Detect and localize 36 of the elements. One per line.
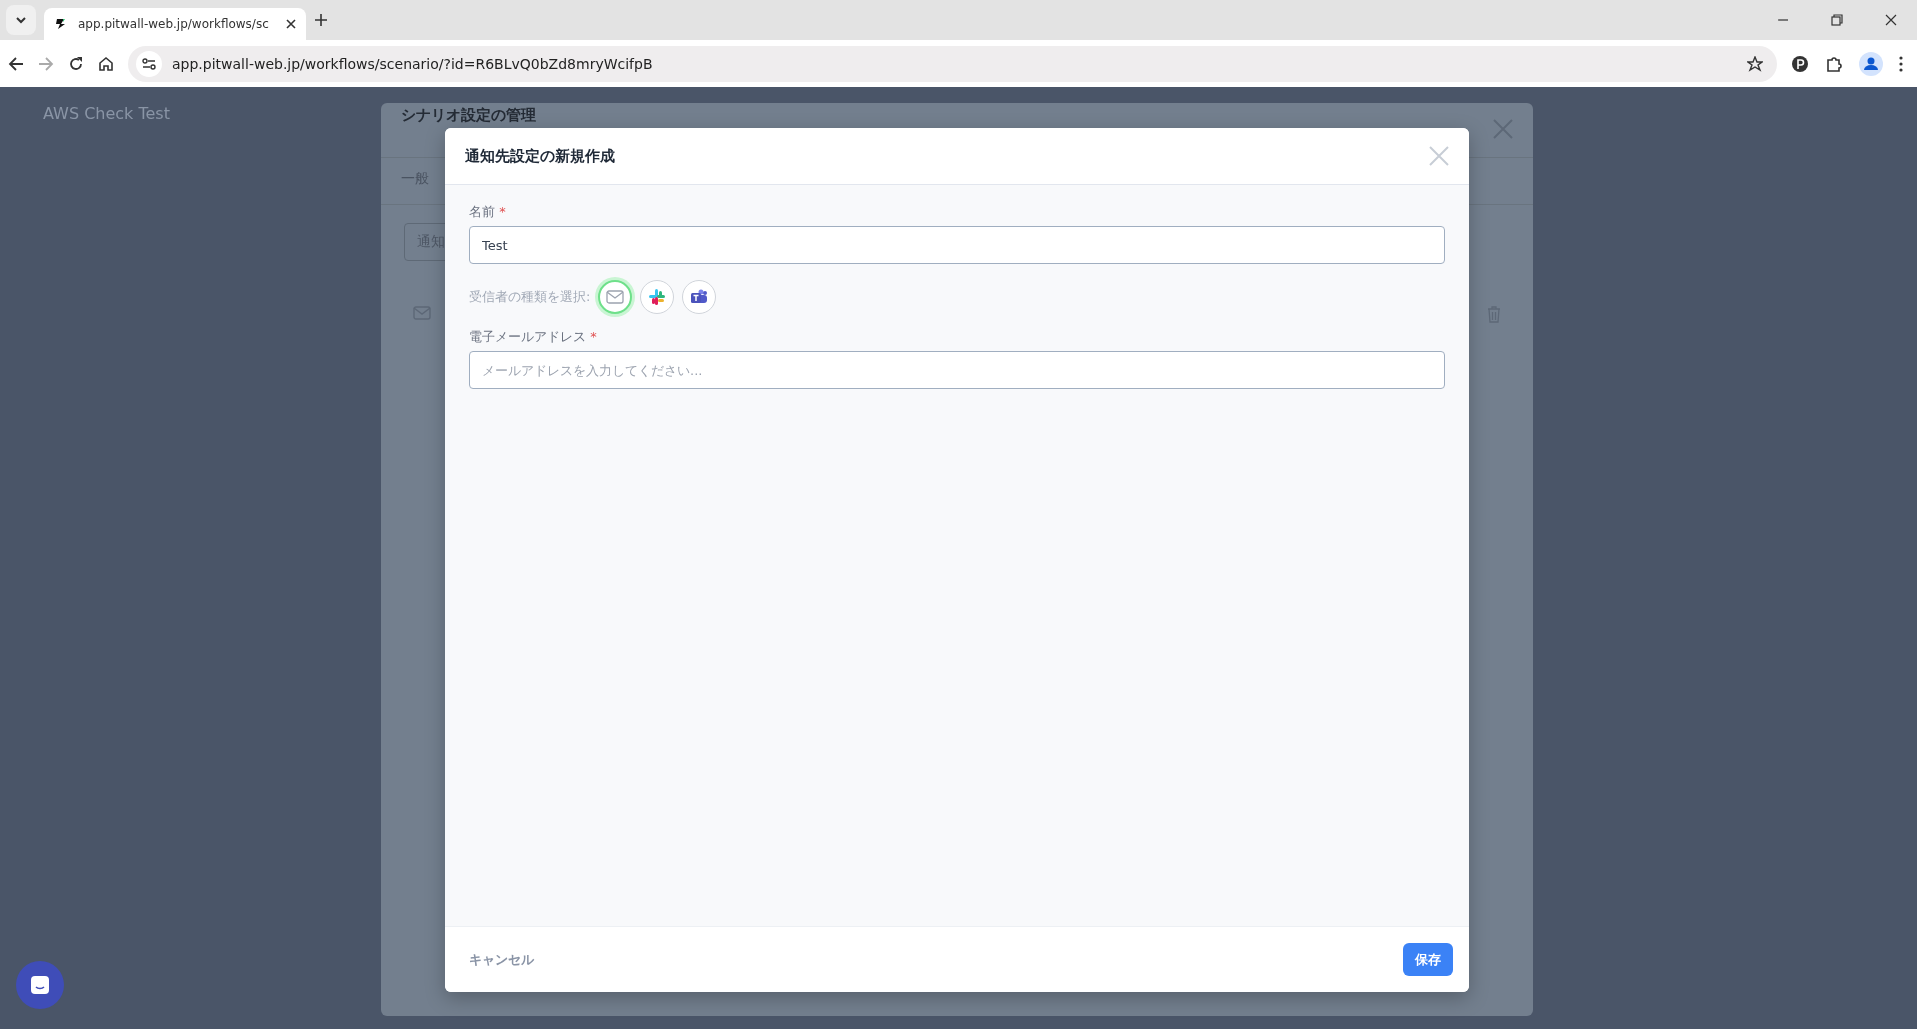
recipient-type-label: 受信者の種類を選択: <box>469 288 591 306</box>
address-bar[interactable]: app.pitwall-web.jp/workflows/scenario/?id=R6BLvQ0bZd8mryWcifpB <box>128 45 1777 82</box>
name-input[interactable]: Test <box>469 226 1445 264</box>
email-input[interactable]: メールアドレスを入力してください... <box>469 351 1445 389</box>
site-settings-icon[interactable] <box>136 50 162 77</box>
dialog-title: 通知先設定の新規作成 <box>465 146 615 166</box>
chevron-down-icon <box>15 14 27 26</box>
field-label: 名前 * <box>469 203 507 221</box>
chat-icon <box>29 974 51 996</box>
team-logo-icon <box>690 289 709 305</box>
extension-icon[interactable] <box>1791 54 1809 73</box>
field-label: 電子メールアドレス * <box>469 328 598 346</box>
close-icon[interactable] <box>1885 14 1897 26</box>
puzzle-icon[interactable] <box>1825 54 1843 73</box>
close-icon[interactable] <box>286 19 296 29</box>
restore-icon[interactable] <box>1831 14 1843 26</box>
dialog-title: シナリオ設定の管理 <box>401 106 536 124</box>
chat-button[interactable] <box>16 961 64 1009</box>
mail-icon <box>413 306 431 320</box>
site-logo-icon <box>54 17 68 31</box>
back-icon[interactable] <box>8 55 24 72</box>
reload-icon[interactable] <box>68 55 84 72</box>
more-menu-icon[interactable] <box>1899 55 1903 72</box>
home-icon[interactable] <box>98 55 114 72</box>
browser-tab[interactable]: app.pitwall-web.jp/workflows/sc <box>44 8 306 40</box>
team-logo-button[interactable] <box>682 280 717 314</box>
hash-logo-icon <box>648 288 667 306</box>
page-title: AWS Check Test <box>43 104 170 123</box>
mail-icon <box>606 290 625 304</box>
new-tab-icon[interactable] <box>314 13 328 27</box>
tab-search-button[interactable] <box>6 5 36 35</box>
bookmark-star-icon[interactable] <box>1747 55 1763 72</box>
profile-icon[interactable] <box>1859 51 1883 76</box>
cancel-button[interactable]: キャンセル <box>469 946 534 973</box>
save-button[interactable]: 保存 <box>1403 943 1453 976</box>
hash-logo-button[interactable] <box>640 280 675 314</box>
